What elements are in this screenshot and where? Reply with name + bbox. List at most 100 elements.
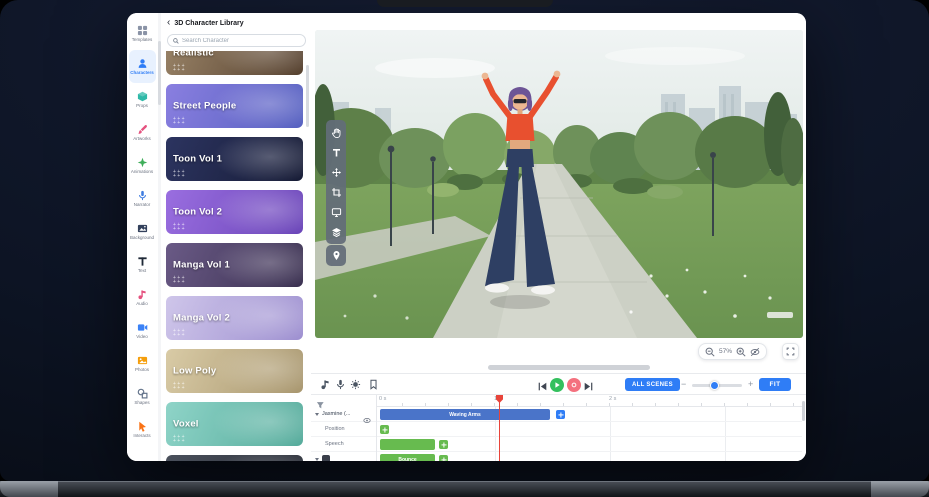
track-group-row[interactable]: Jasmine (... — [311, 407, 376, 422]
track-row-position[interactable]: Position — [311, 422, 376, 437]
pack-card-manga-vol-1[interactable]: Manga Vol 1+ + + + + + — [166, 243, 303, 287]
brush-icon — [137, 124, 148, 135]
fit-button[interactable]: FIT — [759, 378, 791, 391]
pin-icon — [331, 250, 342, 261]
add-speech-button[interactable] — [439, 440, 448, 449]
bookmark-button[interactable] — [367, 378, 380, 391]
sidebar-item-props[interactable]: Props — [129, 83, 156, 116]
add-animation-button[interactable] — [556, 410, 565, 419]
voiceover-mic-button[interactable] — [334, 378, 347, 391]
pack-title: Voxel — [173, 419, 199, 430]
pack-card-manga-vol-2[interactable]: Manga Vol 2 + + + + + + — [166, 296, 303, 340]
sidebar-item-label: Props — [136, 104, 148, 109]
back-chevron-icon[interactable]: ‹ — [167, 18, 170, 28]
track-row-speech[interactable]: Speech — [311, 437, 376, 452]
chevron-down-icon[interactable] — [315, 458, 319, 461]
layers-tool-icon[interactable] — [326, 222, 346, 242]
panel-scrollbar-thumb[interactable] — [306, 65, 309, 127]
brightness-button[interactable] — [349, 378, 362, 391]
sidebar-item-audio[interactable]: Audio — [129, 281, 156, 314]
panel-title: 3D Character Library — [174, 20, 243, 27]
speech-clip[interactable] — [380, 439, 435, 450]
record-button[interactable] — [567, 378, 581, 392]
sparkle-decoration: + + + + + + — [173, 436, 185, 443]
next-frame-button[interactable] — [583, 379, 594, 390]
sidebar-item-shapes[interactable]: Shapes — [129, 380, 156, 413]
pack-card-voxel[interactable]: Voxel + + + + + + — [166, 402, 303, 446]
previous-frame-button[interactable] — [537, 379, 548, 390]
all-scenes-button[interactable]: ALL SCENES — [625, 378, 680, 391]
scene-canvas[interactable] — [315, 30, 803, 338]
move-tool-icon[interactable] — [326, 162, 346, 182]
track-group-name: Jasmine (... — [322, 411, 350, 417]
zoom-in-button[interactable] — [736, 347, 746, 357]
laptop-hinge-notch — [377, 0, 553, 7]
canvas-horizontal-scrollbar[interactable] — [488, 365, 650, 370]
sparkle-decoration: + + + + + + — [173, 330, 185, 337]
sparkle-decoration: + + + + + + — [173, 277, 185, 284]
sidebar-item-narrator[interactable]: Narrator — [129, 182, 156, 215]
bottom-clip[interactable]: Bounce — [380, 454, 435, 461]
sidebar-item-label: Video — [136, 335, 147, 340]
timeline-vertical-scrollbar[interactable] — [802, 401, 805, 421]
sidebar-item-label: Background — [130, 236, 154, 241]
play-icon — [553, 381, 561, 389]
sidebar-item-label: Characters — [130, 71, 154, 76]
timeline-zoom-knob[interactable] — [710, 381, 719, 390]
pack-card-partial[interactable] — [166, 455, 303, 461]
music-note-icon — [137, 289, 148, 300]
sidebar-item-artworks[interactable]: Artworks — [129, 116, 156, 149]
sidebar-item-animations[interactable]: Animations — [129, 149, 156, 182]
pack-card-low-poly[interactable]: Low Poly+ + + + + + — [166, 349, 303, 393]
fullscreen-button[interactable] — [782, 343, 799, 360]
animation-clip[interactable]: Waving Arms — [380, 409, 550, 420]
pack-title: Low Poly — [173, 366, 216, 377]
main-sidebar: Templates Characters Props Artworks Anim… — [127, 13, 157, 461]
pack-card-toon-vol-2[interactable]: Toon Vol 2+ + + + + + — [166, 190, 303, 234]
sidebar-item-characters[interactable]: Characters — [129, 50, 156, 83]
pack-title: Manga Vol 2 — [173, 313, 230, 324]
sidebar-item-video[interactable]: Video — [129, 314, 156, 347]
park-scene — [315, 30, 803, 338]
search-box — [167, 34, 306, 47]
zoom-out-button[interactable] — [705, 347, 715, 357]
sparkle-decoration: + + + + + + — [173, 224, 185, 231]
pin-tool-button[interactable] — [326, 245, 346, 266]
sidebar-item-templates[interactable]: Templates — [129, 17, 156, 50]
timeline-track-labels: Jasmine (... Position Speech — [311, 395, 377, 461]
add-clip-button[interactable] — [439, 455, 448, 461]
sidebar-item-label: Narrator — [134, 203, 151, 208]
play-button[interactable] — [550, 378, 564, 392]
hand-tool-icon[interactable] — [326, 122, 346, 142]
sun-icon — [350, 379, 361, 390]
timeline-zoom-out-button[interactable]: − — [681, 379, 686, 390]
text-tool-icon[interactable] — [326, 142, 346, 162]
timeline-ruler[interactable]: 0 s 1 s 2 s — [377, 395, 802, 407]
chevron-down-icon[interactable] — [315, 413, 319, 416]
hide-ui-button[interactable] — [750, 347, 760, 357]
sidebar-item-text[interactable]: Text — [129, 248, 156, 281]
add-position-keyframe-button[interactable] — [380, 425, 389, 434]
sidebar-item-background[interactable]: Background — [129, 215, 156, 248]
pack-card-realistic[interactable]: Realistic+ + + + + + — [166, 51, 303, 75]
sidebar-item-photos[interactable]: Photos — [129, 347, 156, 380]
sidebar-item-interacts[interactable]: Interacts — [129, 413, 156, 446]
board-tool-icon[interactable] — [326, 202, 346, 222]
pack-card-toon-vol-1[interactable]: Toon Vol 1+ + + + + + — [166, 137, 303, 181]
sparkle-decoration: + + + + + + — [173, 65, 185, 72]
mic-icon — [335, 379, 346, 390]
sidebar-item-label: Photos — [135, 368, 149, 373]
pointer-icon — [137, 421, 148, 432]
timeline-zoom-in-button[interactable]: + — [748, 379, 753, 390]
playhead-line[interactable] — [499, 395, 500, 461]
search-input[interactable] — [182, 38, 300, 44]
track-group-row-partial[interactable] — [311, 452, 376, 461]
laptop-base — [0, 481, 929, 497]
record-icon — [569, 380, 579, 390]
sparkle-decoration: + + + + + + — [173, 171, 185, 178]
sidebar-scrollbar-thumb[interactable] — [158, 41, 161, 105]
pack-card-street-people[interactable]: Street People+ + + + + + — [166, 84, 303, 128]
music-button[interactable] — [319, 378, 332, 391]
crop-tool-icon[interactable] — [326, 182, 346, 202]
pack-title: Street People — [173, 101, 236, 112]
